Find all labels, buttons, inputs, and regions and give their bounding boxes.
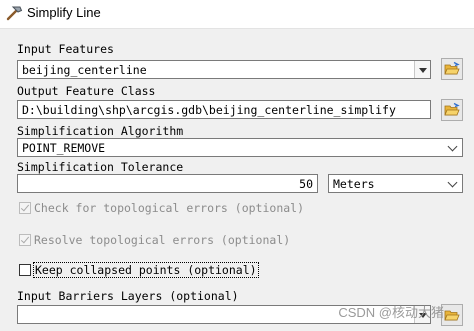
resolve-topological-errors-label: Resolve topological errors (optional) — [34, 233, 291, 247]
chevron-down-icon — [447, 177, 458, 188]
check-topological-errors-checkbox[interactable] — [19, 202, 31, 214]
check-topological-errors-label: Check for topological errors (optional) — [34, 201, 305, 215]
browse-input-features-button[interactable] — [441, 58, 463, 80]
simplification-tolerance-input[interactable]: 50 — [17, 174, 318, 193]
tolerance-unit-select[interactable]: Meters — [328, 174, 463, 193]
title-bar: Simplify Line — [0, 0, 474, 29]
hammer-icon — [6, 6, 23, 21]
simplification-tolerance-label: Simplification Tolerance — [17, 160, 184, 174]
tolerance-unit-value: Meters — [333, 177, 375, 191]
output-feature-class-field[interactable]: D:\building\shp\arcgis.gdb\beijing_cente… — [17, 100, 431, 119]
output-feature-class-label: Output Feature Class — [17, 84, 156, 98]
combo-dropdown-arrow-icon[interactable] — [414, 61, 430, 78]
input-features-value: beijing_centerline — [22, 63, 147, 77]
input-features-combo[interactable]: beijing_centerline — [17, 60, 431, 79]
watermark: CSDN @核动大猪 — [338, 305, 444, 320]
open-folder-icon — [444, 61, 460, 75]
open-folder-icon — [444, 102, 460, 116]
open-folder-icon — [444, 310, 460, 321]
browse-input-barriers-button[interactable] — [441, 304, 463, 326]
keep-collapsed-points-checkbox[interactable] — [19, 264, 31, 276]
input-features-label: Input Features — [17, 42, 114, 56]
window-title: Simplify Line — [27, 5, 101, 20]
keep-collapsed-points-option[interactable]: Keep collapsed points (optional) — [19, 262, 259, 278]
resolve-topological-errors-option[interactable]: Resolve topological errors (optional) — [19, 233, 290, 247]
output-feature-class-value: D:\building\shp\arcgis.gdb\beijing_cente… — [22, 103, 396, 117]
input-barriers-label: Input Barriers Layers (optional) — [17, 289, 239, 303]
chevron-down-icon — [447, 141, 458, 152]
simplification-algorithm-value: POINT_REMOVE — [22, 141, 106, 155]
resolve-topological-errors-checkbox[interactable] — [19, 234, 31, 246]
simplification-algorithm-label: Simplification Algorithm — [17, 124, 184, 138]
simplification-algorithm-select[interactable]: POINT_REMOVE — [17, 138, 463, 157]
keep-collapsed-points-label: Keep collapsed points (optional) — [33, 262, 259, 278]
check-topological-errors-option[interactable]: Check for topological errors (optional) — [19, 201, 304, 215]
simplification-tolerance-value: 50 — [299, 177, 313, 191]
browse-output-feature-class-button[interactable] — [441, 99, 463, 121]
